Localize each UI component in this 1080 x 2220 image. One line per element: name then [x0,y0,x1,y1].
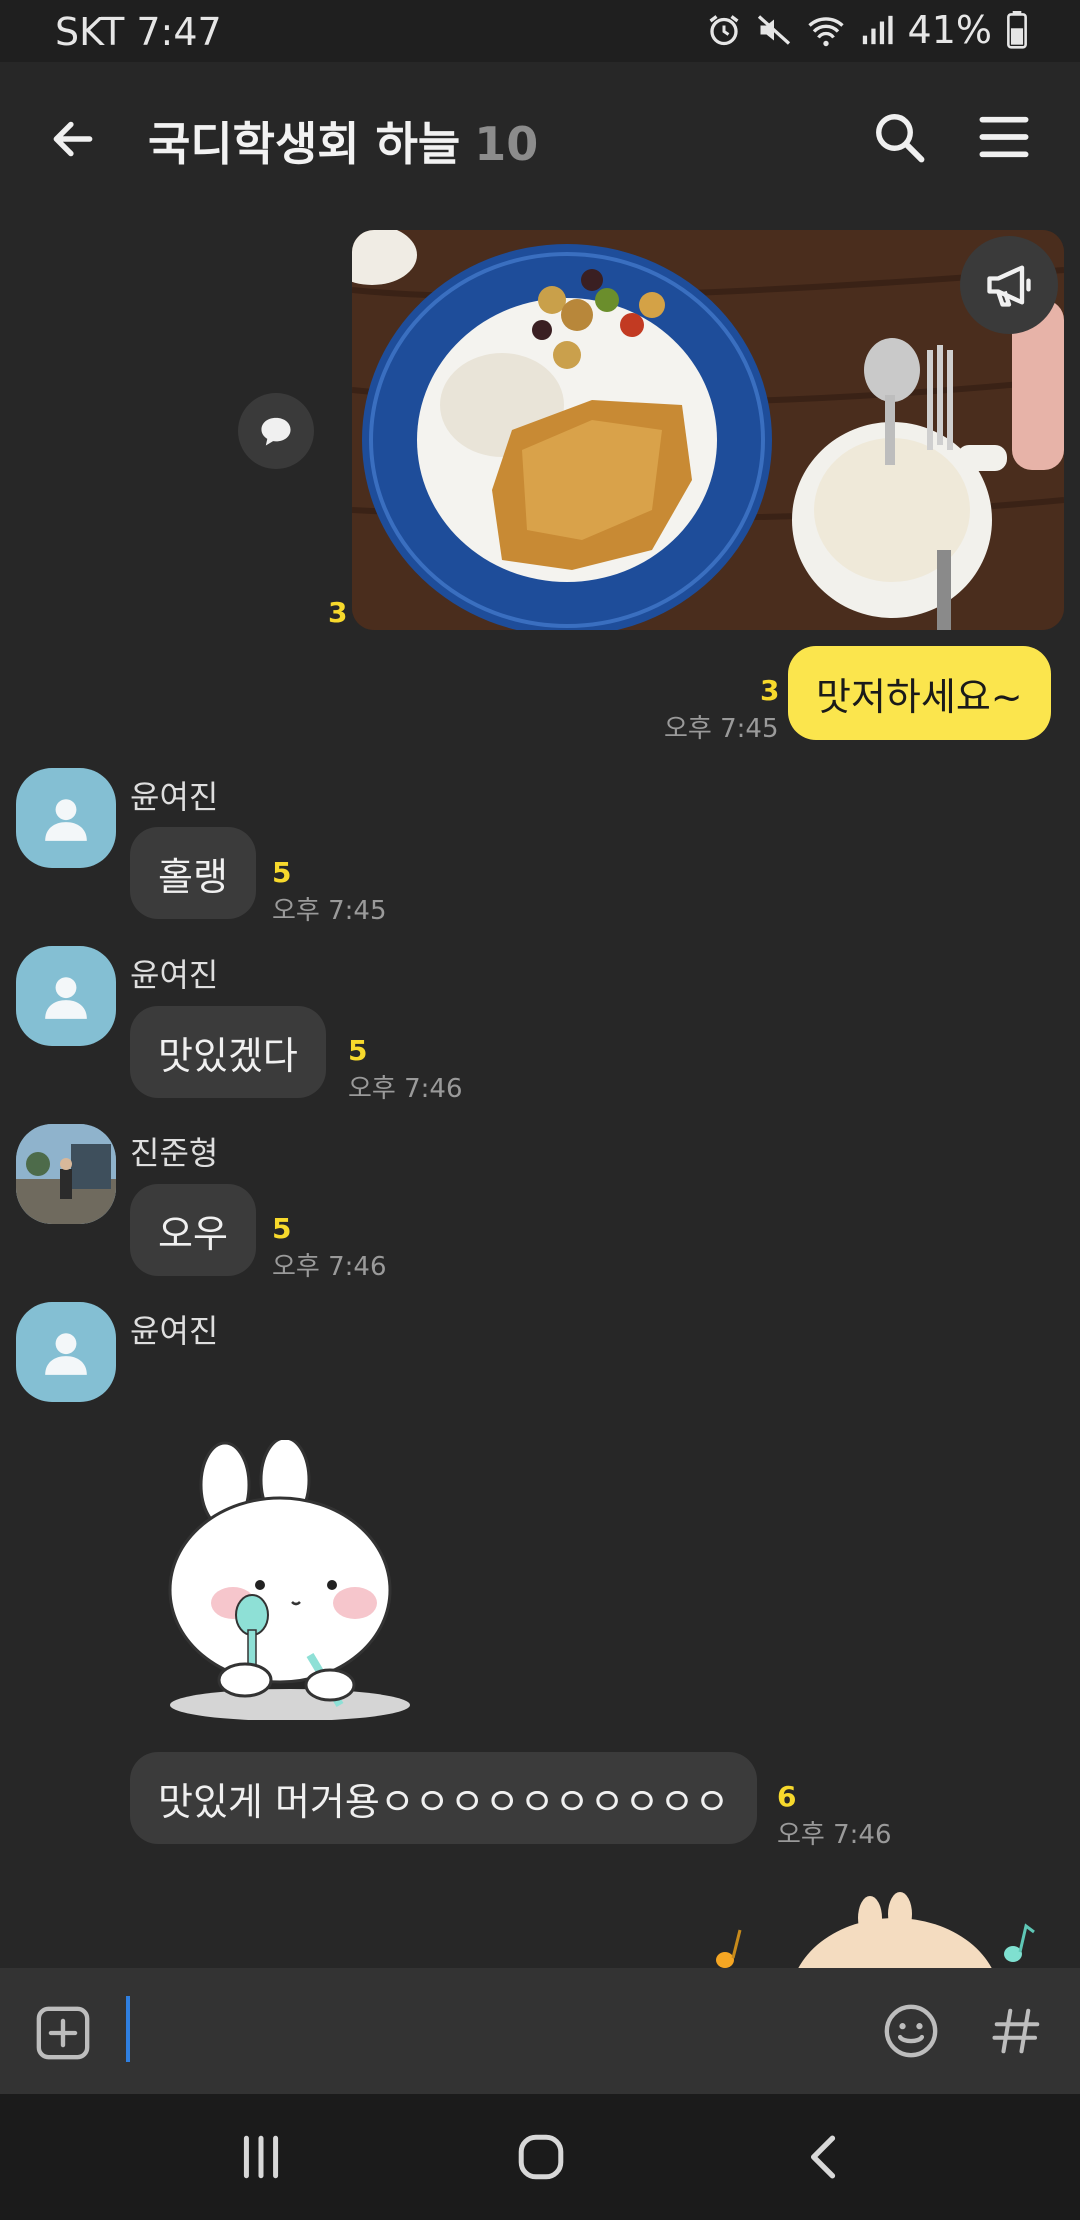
message-bubble[interactable]: 맛있겠다 [130,1006,326,1098]
avatar[interactable] [16,946,116,1046]
message-input[interactable] [140,1988,840,2074]
announce-button[interactable] [960,236,1058,334]
avatar[interactable] [16,1124,116,1224]
nav-back-icon[interactable] [800,2132,844,2182]
system-nav-bar [0,2094,1080,2220]
recents-icon[interactable] [236,2134,286,2180]
search-icon[interactable] [872,110,926,164]
battery-percent: 41% [907,8,992,52]
message-bubble[interactable]: 오우 [130,1184,256,1276]
default-avatar-icon [45,977,87,1019]
share-icon [261,417,291,446]
sender-name: 윤여진 [130,956,219,994]
add-icon[interactable] [34,2004,92,2062]
default-avatar-icon [45,1333,87,1375]
food-photo[interactable] [352,230,1064,630]
message-time: 오후 7:46 [348,1074,463,1104]
hash-icon[interactable] [990,2002,1044,2060]
unread-count: 6 [777,1780,797,1813]
chat-title: 국디학생회 하늘 10 [148,108,538,174]
profile-photo [16,1124,116,1224]
avatar[interactable] [16,1302,116,1402]
back-arrow-icon[interactable] [48,114,98,164]
message-time: 오후 7:46 [272,1252,387,1282]
my-message-bubble[interactable]: 맛저하세요~ [788,646,1051,740]
avatar[interactable] [16,768,116,868]
chat-room-name: 국디학생회 하늘 [148,117,461,171]
battery-icon [1007,11,1027,49]
wifi-icon [807,17,844,47]
signal-icon [862,15,893,45]
photo-unread-count: 3 [328,596,348,629]
chat-header: 국디학생회 하늘 10 [0,62,1080,210]
home-icon[interactable] [516,2132,566,2182]
sender-name: 윤여진 [130,778,219,816]
message-bubble[interactable]: 맛있게 머거용ㅇㅇㅇㅇㅇㅇㅇㅇㅇㅇ [130,1752,758,1844]
carrier-time: SKT 7:47 [55,10,222,54]
partial-sticker [716,1892,1035,1968]
food-photo-drawing [352,230,1064,630]
message-input-bar [0,1968,1080,2094]
message-time: 오후 7:45 [272,896,387,926]
mute-icon [757,15,790,45]
unread-count: 5 [272,856,292,889]
status-icons: 41% [706,8,1028,52]
unread-count: 5 [348,1034,368,1067]
alarm-icon [709,15,739,46]
megaphone-icon [987,265,1031,307]
share-button[interactable] [238,393,314,469]
message-time: 오후 7:46 [777,1820,892,1850]
emoji-icon[interactable] [882,2002,940,2060]
default-avatar-icon [45,799,87,841]
sender-name: 진준형 [130,1134,219,1172]
message-bubble[interactable]: 홀랭 [130,827,256,919]
sender-name: 윤여진 [130,1312,219,1350]
bunny-sticker[interactable] [160,1440,430,1720]
text-cursor [126,1996,130,2062]
member-count: 10 [474,117,539,171]
status-bar: SKT 7:47 41% [0,0,1080,62]
my-message-unread: 3 [760,674,780,707]
menu-icon[interactable] [978,112,1030,162]
unread-count: 5 [272,1212,292,1245]
my-message-time: 오후 7:45 [664,714,779,744]
